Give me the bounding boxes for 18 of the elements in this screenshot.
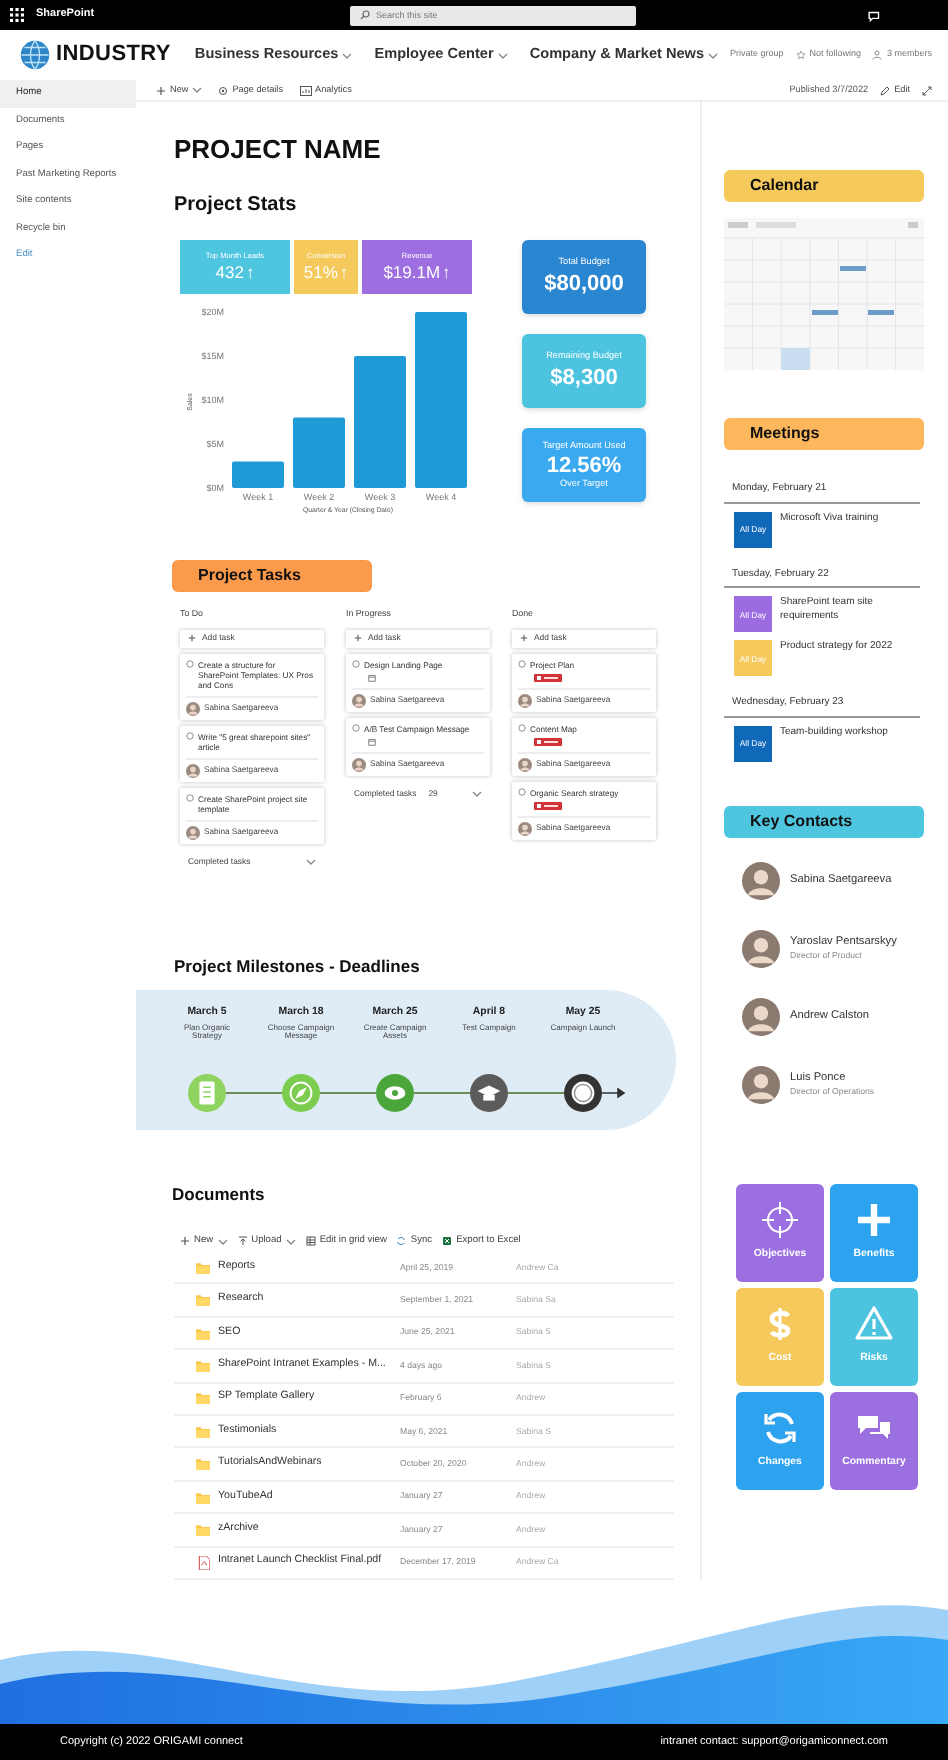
section-banner: Key Contacts bbox=[724, 805, 924, 838]
section-banner: Calendar bbox=[724, 170, 924, 203]
stat-value: 51% bbox=[303, 264, 338, 282]
page-title: PROJECT NAME bbox=[174, 136, 383, 163]
budget-value: $80,000 bbox=[544, 274, 624, 296]
budget-value: 12.56% bbox=[546, 456, 622, 479]
trend-arrow: ↑ bbox=[245, 264, 255, 282]
site-logo-text[interactable]: INDUSTRY bbox=[56, 38, 171, 72]
trend-arrow: ↑ bbox=[339, 264, 349, 282]
budget-value: $8,300 bbox=[550, 368, 618, 390]
trend-arrow: ↑ bbox=[442, 264, 451, 282]
section-banner: Meetings bbox=[724, 418, 924, 451]
stat-value: 432 bbox=[215, 264, 244, 282]
section-heading: Documents bbox=[172, 1186, 267, 1204]
stat-value: $19.1M bbox=[383, 264, 441, 282]
section-heading: Project Stats bbox=[174, 196, 299, 217]
section-banner: Project Tasks bbox=[172, 560, 372, 593]
section-heading: Project Milestones - Deadlines bbox=[174, 957, 422, 975]
